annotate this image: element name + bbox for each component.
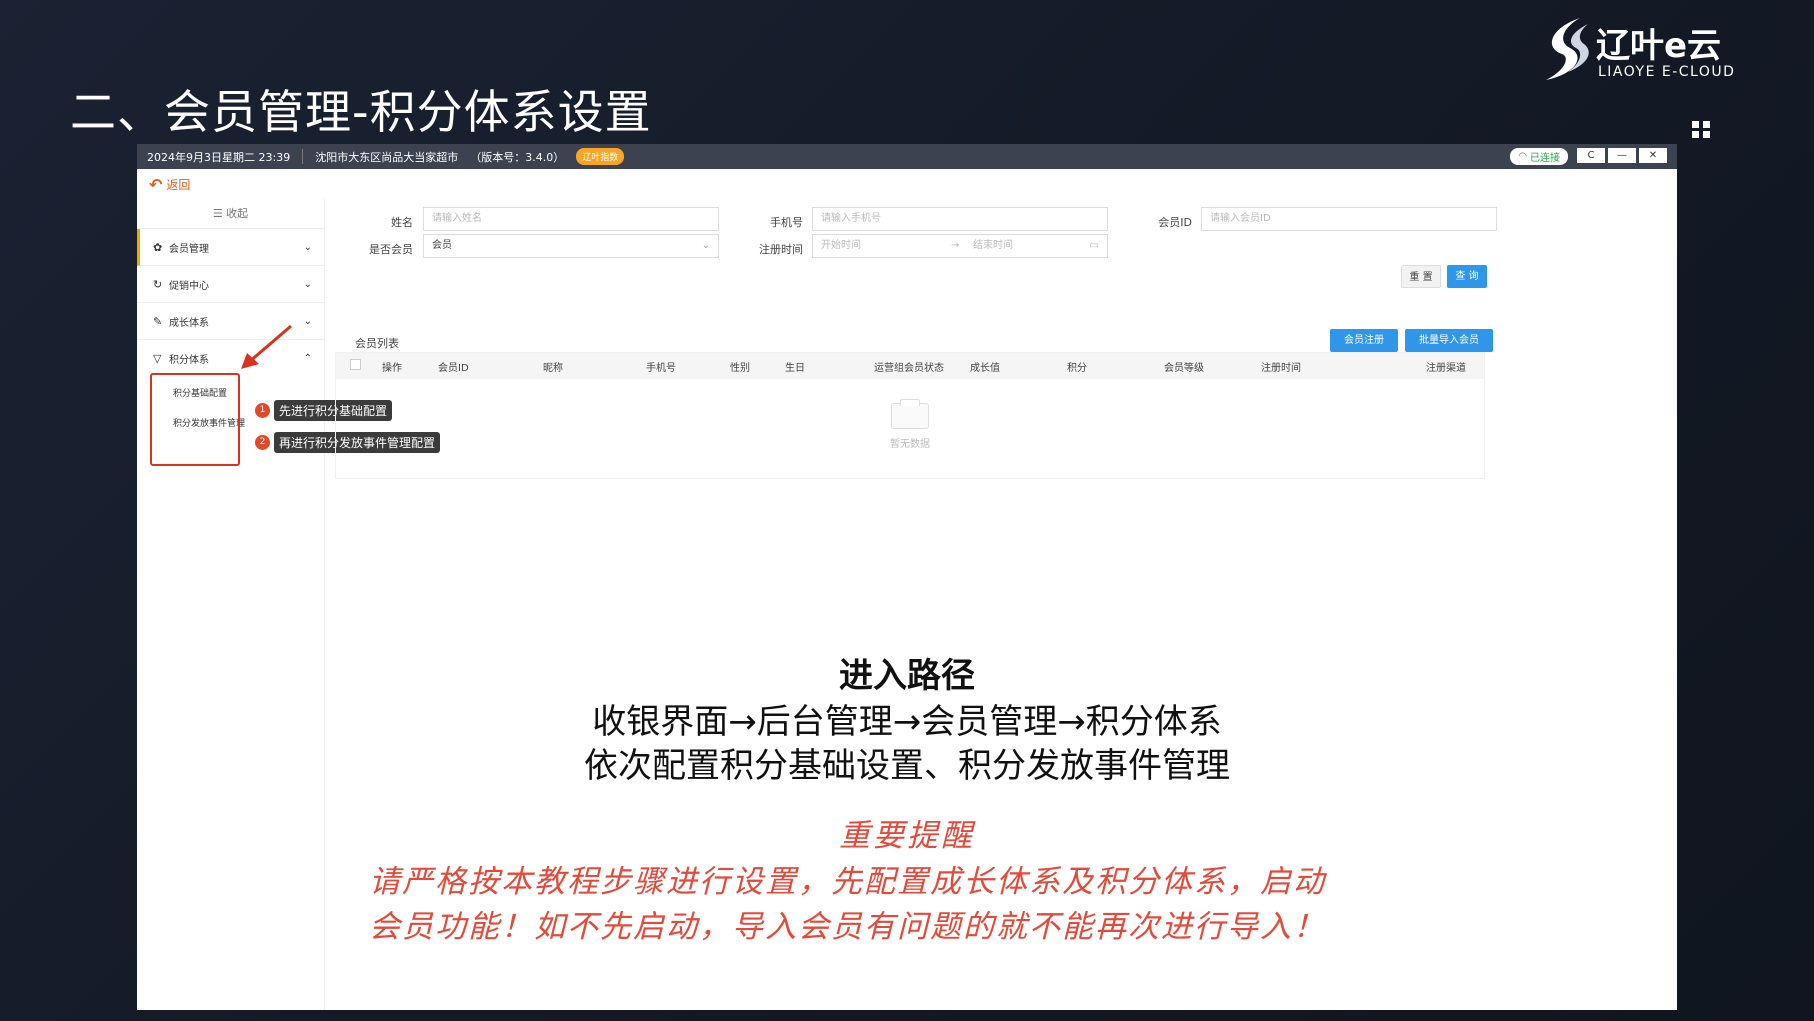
col-actions: 操作 xyxy=(382,363,402,374)
end-time-input[interactable]: 结束时间 xyxy=(973,235,1013,257)
name-label: 姓名 xyxy=(391,216,413,229)
register-time-label: 注册时间 xyxy=(759,243,803,256)
filter-icon: ▽ xyxy=(153,352,162,365)
col-member-level: 会员等级 xyxy=(1164,363,1204,374)
back-button[interactable]: ↶ 返回 xyxy=(137,169,1677,199)
liaoye-index-badge[interactable]: 辽叶指数 xyxy=(576,148,625,165)
is-member-select[interactable]: 会员 ⌄ xyxy=(423,234,719,258)
member-id-label: 会员ID xyxy=(1158,216,1192,229)
sidebar: ☰ 收起 ✿ 会员管理 ⌄ ↻ 促销中心 ⌄ ✎ 成长体系 ⌄ ▽ 积分体系 ⌃… xyxy=(137,199,441,1010)
chevron-down-icon: ⌄ xyxy=(303,278,312,290)
empty-state: 暂无数据 xyxy=(890,399,930,450)
divider xyxy=(302,149,304,164)
back-label: 返回 xyxy=(166,177,191,192)
sidebar-item-label: 成长体系 xyxy=(169,317,209,329)
step-number: 2 xyxy=(255,435,270,450)
collapse-label: 收起 xyxy=(226,207,249,220)
col-register-time: 注册时间 xyxy=(1261,363,1301,374)
tag-icon: ✎ xyxy=(153,314,163,328)
datetime: 2024年9月3日星期二 23:39 xyxy=(147,150,291,164)
window-controls: ◠ 已连接 C — ✕ xyxy=(1510,148,1667,165)
batch-import-button[interactable]: 批量导入会员 xyxy=(1405,329,1493,352)
close-button[interactable]: ✕ xyxy=(1639,148,1667,163)
wifi-icon: ◠ xyxy=(1518,151,1527,162)
step-number: 1 xyxy=(255,403,270,418)
col-growth-value: 成长值 xyxy=(970,363,1000,374)
logo-mark-icon xyxy=(1546,18,1589,80)
col-register-channel: 注册渠道 xyxy=(1426,363,1466,374)
annotation-arrow-icon xyxy=(241,324,292,369)
is-member-label: 是否会员 xyxy=(369,243,413,256)
store-name: 沈阳市大东区尚品大当家超市 xyxy=(315,150,459,164)
sidebar-item-label: 积分体系 xyxy=(169,355,209,366)
calendar-icon: ▭ xyxy=(1089,240,1099,251)
col-phone: 手机号 xyxy=(646,363,676,374)
arrow-right-icon: → xyxy=(951,240,960,251)
member-list-title: 会员列表 xyxy=(355,337,399,350)
sidebar-item-member-management[interactable]: ✿ 会员管理 ⌄ xyxy=(137,229,324,266)
connection-label: 已连接 xyxy=(1530,153,1560,164)
menu-icon: ☰ xyxy=(212,207,227,220)
query-button[interactable]: 查 询 xyxy=(1447,265,1487,288)
phone-input[interactable]: 请输入手机号 xyxy=(812,207,1108,231)
app-screenshot: 2024年9月3日星期二 23:39 沈阳市大东区尚品大当家超市 （版本号：3.… xyxy=(137,144,1677,1010)
refresh-button[interactable]: C xyxy=(1577,148,1605,163)
chevron-down-icon: ⌄ xyxy=(701,240,710,251)
select-value: 会员 xyxy=(432,240,452,251)
highlight-box xyxy=(150,373,240,466)
member-id-input[interactable]: 请输入会员ID xyxy=(1201,207,1497,231)
col-birthday: 生日 xyxy=(785,363,805,374)
reminder-line-2: 会员功能！如不先启动，导入会员有问题的就不能再次进行导入！ xyxy=(369,909,1326,945)
reminder-title: 重要提醒 xyxy=(839,818,975,854)
register-time-range[interactable]: 开始时间 → 结束时间 ▭ xyxy=(812,234,1108,258)
minimize-button[interactable]: — xyxy=(1608,148,1636,163)
table-header: 操作 会员ID 昵称 手机号 性别 生日 运营组会员状态 成长值 积分 会员等级… xyxy=(336,353,1484,379)
col-points: 积分 xyxy=(1067,363,1087,374)
start-time-input[interactable]: 开始时间 xyxy=(821,240,861,251)
sidebar-item-label: 会员管理 xyxy=(169,243,209,255)
path-line-2: 依次配置积分基础设置、积分发放事件管理 xyxy=(584,746,1230,786)
grid-icon xyxy=(1692,121,1712,139)
reset-button[interactable]: 重 置 xyxy=(1401,265,1441,288)
chevron-up-icon: ⌃ xyxy=(303,353,312,364)
version: （版本号：3.4.0） xyxy=(470,150,565,164)
reminder-line-1: 请严格按本教程步骤进行设置，先配置成长体系及积分体系，启动 xyxy=(369,864,1326,900)
sidebar-item-promotion-center[interactable]: ↻ 促销中心 ⌄ xyxy=(137,266,324,303)
path-title: 进入路径 xyxy=(839,656,975,696)
col-nickname: 昵称 xyxy=(543,363,563,374)
name-input[interactable]: 请输入姓名 xyxy=(423,207,719,231)
empty-box-icon xyxy=(891,399,929,429)
member-table: 操作 会员ID 昵称 手机号 性别 生日 运营组会员状态 成长值 积分 会员等级… xyxy=(335,352,1485,479)
logo-subtext: LIAOYE E-CLOUD xyxy=(1598,64,1736,80)
path-line-1: 收银界面→后台管理→会员管理→积分体系 xyxy=(592,702,1222,742)
col-gender: 性别 xyxy=(730,363,750,374)
chevron-down-icon: ⌄ xyxy=(303,315,312,327)
gear-icon: ✿ xyxy=(153,240,163,254)
app-titlebar: 2024年9月3日星期二 23:39 沈阳市大东区尚品大当家超市 （版本号：3.… xyxy=(137,144,1677,169)
slide: { "slide": { "title": "二、会员管理-积分体系设置", "… xyxy=(0,0,1814,1021)
connection-status: ◠ 已连接 xyxy=(1510,148,1568,165)
chevron-down-icon: ⌄ xyxy=(303,241,312,253)
slide-title: 二、会员管理-积分体系设置 xyxy=(70,85,652,139)
phone-label: 手机号 xyxy=(770,216,803,229)
empty-text: 暂无数据 xyxy=(890,439,930,450)
logo: 辽叶e云 LIAOYE E-CLOUD xyxy=(1540,14,1740,84)
member-register-button[interactable]: 会员注册 xyxy=(1330,329,1398,352)
refresh-icon: ↻ xyxy=(153,277,163,291)
select-all-checkbox[interactable] xyxy=(350,359,361,370)
logo-text: 辽叶e云 xyxy=(1596,26,1722,66)
collapse-button[interactable]: ☰ 收起 xyxy=(137,199,324,229)
back-arrow-icon: ↶ xyxy=(149,174,163,194)
sidebar-item-label: 促销中心 xyxy=(169,280,209,292)
col-ops-status: 运营组会员状态 xyxy=(874,363,944,374)
col-member-id: 会员ID xyxy=(438,363,469,374)
